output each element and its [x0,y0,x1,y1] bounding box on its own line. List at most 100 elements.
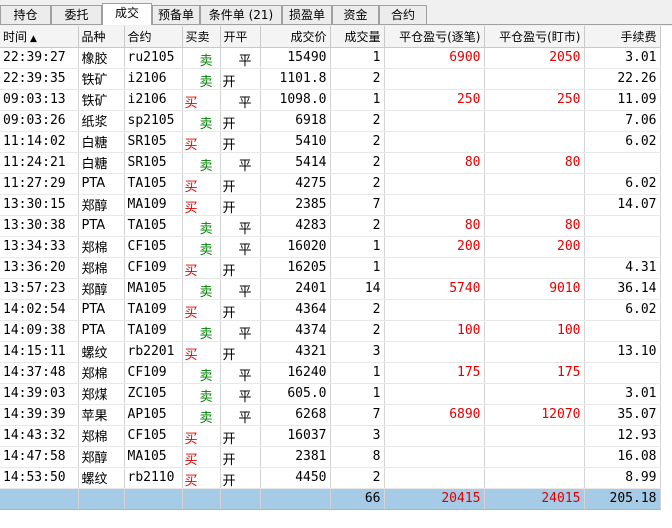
pnl-trade-cell: 5740 [384,278,485,300]
open-close-cell: 平 [220,362,261,384]
price-cell: 5414 [260,152,331,174]
price-cell: 16037 [260,425,331,447]
tab-yubeidan[interactable]: 预备单 [152,5,200,24]
buy-label: 买 [184,137,198,152]
product-cell: 郑棉 [78,425,125,447]
time-cell: 09:03:26 [0,110,79,132]
sell-label: 卖 [199,221,213,236]
buy-label: 买 [184,473,198,488]
side-cell: 卖 [182,215,221,237]
open-close-cell: 开 [220,110,261,132]
pnl-trade-cell [384,131,485,153]
column-label: 平仓盈亏(逐笔) [399,29,481,44]
fee-cell: 3.01 [584,47,661,69]
table-row[interactable]: 14:39:39 苹果 AP105 卖 平 6268 7 6890 12070 35.07 [0,404,661,426]
time-cell: 14:02:54 [0,299,79,321]
table-row[interactable]: 13:34:33 郑棉 CF105 卖平 16020 1 200 200 [0,236,661,258]
time-cell: 13:30:15 [0,194,79,216]
table-row[interactable]: 14:43:32 郑棉 CF105 买 开 16037 3 12.93 [0,425,661,447]
buy-label: 买 [184,431,198,446]
table-row[interactable]: 14:39:03 郑煤 ZC105 卖 平 605.0 1 3.01 [0,383,661,405]
pnl-mtm-cell [484,341,585,363]
fee-cell: 14.07 [584,194,661,216]
column-label: 品种 [81,29,106,44]
qty-cell: 2 [330,215,385,237]
column-label: 平仓盈亏(盯市) [499,29,581,44]
pnl-trade-cell [384,110,485,132]
pnl-trade-cell: 100 [384,320,485,342]
buy-label: 买 [184,452,198,467]
col-fee-header[interactable]: 手续费 [584,26,661,48]
table-row[interactable]: 14:53:50 螺纹 rb2110 买 开 4450 2 8.99 [0,467,661,489]
buy-label: 买 [184,305,198,320]
product-cell: 螺纹 [78,467,125,489]
table-row[interactable]: 13:30:15 郑醇 MA109 买 开 2385 7 14.07 [0,194,661,216]
col-pnl-mtm-header[interactable]: 平仓盈亏(盯市) [484,26,585,48]
product-cell: PTA [78,299,125,321]
table-row[interactable]: 09:03:13 铁矿 i2106 买平 1098.0 1 250 250 11.09 [0,89,661,111]
col-qty-header[interactable]: 成交量 [330,26,385,48]
qty-cell: 2 [330,110,385,132]
buy-label: 买 [184,347,198,362]
contract-cell: CF105 [124,236,183,258]
time-cell: 09:03:13 [0,89,79,111]
tab-chengjiao[interactable]: 成交 [102,3,152,25]
table-row[interactable]: 22:39:35 铁矿 i2106 卖开 1101.8 2 22.26 [0,68,661,90]
contract-cell: MA105 [124,278,183,300]
pnl-mtm-cell: 250 [484,89,585,111]
table-row[interactable]: 14:47:58 郑醇 MA105 买 开 2381 8 16.08 [0,446,661,468]
col-contract-header[interactable]: 合约 [124,26,183,48]
col-time-header[interactable]: 时间 ▲ [0,26,79,48]
price-cell: 2401 [260,278,331,300]
product-cell: 橡胶 [78,47,125,69]
pnl-mtm-cell [484,173,585,195]
table-row[interactable]: 11:14:02 白糖 SR105 买 开 5410 2 6.02 [0,131,661,153]
tab-tiaojiandan[interactable]: 条件单 (21) [200,5,282,24]
sell-label: 卖 [199,158,213,173]
tab-heyue[interactable]: 合约 [379,5,427,24]
col-open-close-header[interactable]: 开平 [220,26,261,48]
pnl-mtm-cell [484,425,585,447]
table-row[interactable]: 14:09:38 PTA TA109 卖平 4374 2 100 100 [0,320,661,342]
time-cell: 11:27:29 [0,173,79,195]
table-row[interactable]: 09:03:26 纸浆 sp2105 卖开 6918 2 7.06 [0,110,661,132]
sell-label: 卖 [199,410,213,425]
time-cell: 14:53:50 [0,467,79,489]
product-cell: 郑棉 [78,257,125,279]
side-cell: 买 [182,341,221,363]
table-row[interactable]: 11:24:21 白糖 SR105 卖平 5414 2 80 80 [0,152,661,174]
qty-cell: 3 [330,425,385,447]
col-pnl-trade-header[interactable]: 平仓盈亏(逐笔) [384,26,485,48]
table-row[interactable]: 11:27:29 PTA TA105 买 开 4275 2 6.02 [0,173,661,195]
pnl-mtm-cell [484,131,585,153]
tab-sunyingdan[interactable]: 损盈单 [282,5,332,24]
open-close-cell: 开 [220,467,261,489]
sort-ascending-icon: ▲ [30,33,37,44]
tab-weituo[interactable]: 委托 [51,5,102,24]
col-side-header[interactable]: 买卖 [182,26,221,48]
fee-cell [584,362,661,384]
close-label: 平 [238,410,252,425]
price-cell: 2381 [260,446,331,468]
product-cell: 铁矿 [78,89,125,111]
fee-cell [584,236,661,258]
fee-cell: 22.26 [584,68,661,90]
table-row[interactable]: 22:39:27 橡胶 ru2105 卖 平 15490 1 6900 2050 3.01 [0,47,661,69]
column-label: 手续费 [620,29,657,44]
side-cell: 卖 [182,404,221,426]
table-row[interactable]: 14:02:54 PTA TA109 买 开 4364 2 6.02 [0,299,661,321]
sell-label: 卖 [199,284,213,299]
col-product-header[interactable]: 品种 [78,26,125,48]
tab-chicang[interactable]: 持仓 [0,5,51,24]
price-cell: 605.0 [260,383,331,405]
tab-zijin[interactable]: 资金 [332,5,379,24]
qty-cell: 1 [330,89,385,111]
close-label: 平 [238,53,252,68]
contract-cell: MA105 [124,446,183,468]
table-row[interactable]: 13:30:38 PTA TA105 卖平 4283 2 80 80 [0,215,661,237]
table-row[interactable]: 14:37:48 郑棉 CF109 卖平 16240 1 175 175 [0,362,661,384]
table-row[interactable]: 14:15:11 螺纹 rb2201 买 开 4321 3 13.10 [0,341,661,363]
col-price-header[interactable]: 成交价 [260,26,331,48]
table-row[interactable]: 13:36:20 郑棉 CF109 买 开 16205 1 4.31 [0,257,661,279]
table-row[interactable]: 13:57:23 郑醇 MA105 卖 平 2401 14 5740 9010 36.14 [0,278,661,300]
